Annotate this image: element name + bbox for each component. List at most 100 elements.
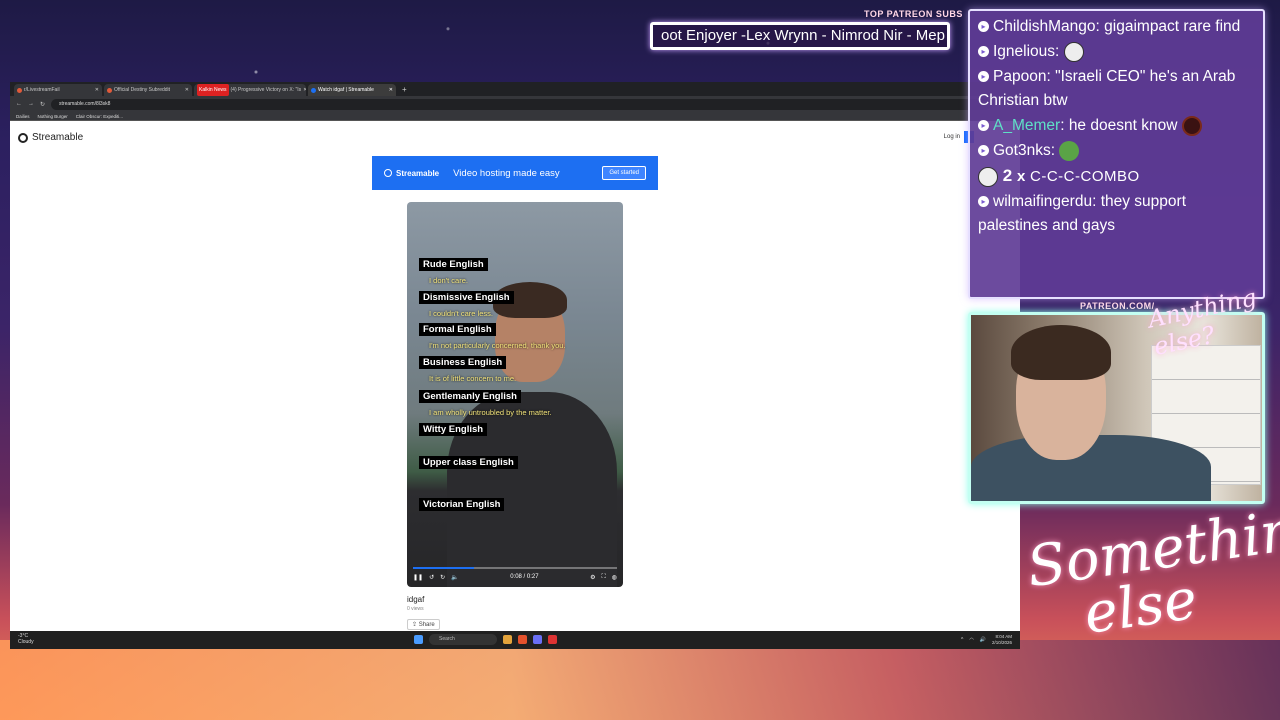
login-link[interactable]: Log in [944, 134, 960, 140]
twitch-icon: ▸ [978, 46, 989, 58]
bookmark-nothing-burger[interactable]: Nothing Burger [38, 114, 68, 119]
dark-emote-icon [1181, 115, 1202, 136]
settings-icon[interactable]: ⚙ [590, 574, 595, 581]
reddit-icon [17, 87, 22, 93]
bookmark-dailies[interactable]: Dailies [16, 114, 30, 119]
close-icon[interactable]: ✕ [185, 84, 189, 96]
clock[interactable]: 8:04 AM 2/10/2026 [992, 634, 1012, 645]
video-views: 0 views [407, 606, 424, 612]
tab-progressive-victory[interactable]: Kalkin News (4) Progressive Victory on X… [194, 84, 306, 96]
chat-user: Ignelious [993, 43, 1056, 60]
weather-widget[interactable]: -3°C Cloudy [18, 633, 34, 645]
video-time: 0:08 / 0:27 [510, 574, 539, 580]
face-emote-icon [1063, 41, 1084, 62]
forward-icon[interactable]: → [28, 101, 34, 107]
caption-label: Gentlemanly English [419, 390, 521, 403]
tab-streamable[interactable]: Watch idgaf | Streamable ✕ [308, 84, 396, 96]
streamable-icon [311, 87, 316, 93]
tab-group-badge[interactable]: Kalkin News [197, 84, 229, 96]
twitch-icon: ▸ [978, 196, 989, 208]
streamable-logo-icon [18, 132, 28, 143]
frog-emote-icon [1059, 140, 1080, 161]
clock-time: 8:04 AM [995, 634, 1012, 639]
rewind-icon[interactable]: ↺ [429, 574, 434, 581]
tab-destiny-subreddit[interactable]: Official Destiny Subreddit ✕ [104, 84, 192, 96]
chrome-icon[interactable] [518, 635, 527, 644]
chat-user: Papoon [993, 68, 1047, 85]
chat-text: he doesnt know [1068, 117, 1178, 134]
back-icon[interactable]: ← [16, 101, 22, 107]
video-player[interactable]: Rude English I don't care. Dismissive En… [407, 202, 623, 587]
chat-user: A_Memer [993, 117, 1061, 134]
video-title: idgaf [407, 595, 425, 604]
volume-icon[interactable]: 🔈 [451, 574, 458, 581]
caption-label: Business English [419, 356, 507, 369]
promo-banner[interactable]: Streamable Video hosting made easy Get s… [372, 156, 658, 190]
taskbar-search[interactable]: Search [429, 634, 497, 645]
chat-message: ▸ Papoon: "Israeli CEO" he's an Arab Chri… [978, 68, 1236, 109]
patreon-url: PATREON.COM/ [1080, 301, 1155, 311]
fullscreen-icon[interactable]: ⛶ [602, 574, 606, 581]
close-icon[interactable]: ✕ [95, 84, 99, 96]
webcam-person-hair [1011, 325, 1111, 380]
tab-label: (4) Progressive Victory on X: "Is [230, 87, 302, 93]
combo-message: 2 x C-C-C-COMBO [978, 164, 1255, 189]
streamable-logo[interactable]: Streamable [18, 132, 83, 143]
pause-icon[interactable]: ❚❚ [413, 574, 423, 581]
video-person-body [447, 392, 617, 587]
patreon-ticker: oot Enjoyer -Lex Wrynn - Nimrod Nir - Me… [650, 22, 950, 50]
chat-overlay: ▸ ChildishMango: gigaimpact rare find ▸ Ig… [968, 9, 1265, 299]
streamable-page: Streamable Log in Streamable Video hosti… [10, 122, 1020, 637]
caption-sub: I couldn't care less. [429, 309, 493, 318]
get-started-button[interactable]: Get started [602, 166, 646, 180]
caption-label: Witty English [419, 423, 488, 436]
file-explorer-icon[interactable] [503, 635, 512, 644]
chat-user: ChildishMango [993, 18, 1096, 35]
caption-sub: I am wholly untroubled by the matter. [429, 408, 552, 417]
tab-bar: r/LivestreamFail ✕ Official Destiny Subr… [10, 82, 1020, 96]
caption-label: Formal English [419, 323, 496, 336]
wifi-icon[interactable]: ◠ [969, 637, 973, 643]
tab-label: Watch idgaf | Streamable [318, 87, 374, 93]
share-button[interactable]: ⇪ Share [407, 619, 440, 630]
combo-text: C-C-C-COMBO [1030, 168, 1140, 185]
caption-label: Rude English [419, 258, 488, 271]
caption-label: Victorian English [419, 498, 505, 511]
reload-icon[interactable]: ↻ [40, 101, 45, 108]
twitch-icon: ▸ [978, 120, 989, 132]
caption-sub: I don't care. [429, 276, 468, 285]
url-field[interactable]: streamable.com/8l3sk8 [51, 98, 991, 110]
close-icon[interactable]: ✕ [303, 84, 306, 96]
taskbar: -3°C Cloudy Search ^ ◠ 🔊 8:04 AM 2/10/20… [10, 631, 1020, 649]
twitch-icon: ▸ [978, 21, 989, 33]
discord-icon[interactable] [533, 635, 542, 644]
share-icon: ⇪ [412, 622, 419, 628]
caption-sub: I'm not particularly concerned, thank yo… [429, 341, 566, 350]
new-tab-button[interactable]: + [398, 84, 411, 96]
chat-message: ▸ Got3nks: [978, 139, 1255, 163]
face-emote-icon [978, 166, 998, 187]
weather-desc: Cloudy [18, 639, 34, 645]
windows-start-icon[interactable] [414, 635, 423, 644]
chat-user: wilmaifingerdu [993, 193, 1093, 210]
forward-icon[interactable]: ↻ [440, 574, 445, 581]
twitch-icon: ▸ [978, 71, 989, 83]
taskbar-apps: Search [414, 634, 557, 645]
chat-message: ▸ wilmaifingerdu: they support palestines… [978, 193, 1187, 234]
chevron-up-icon[interactable]: ^ [961, 637, 963, 643]
clock-date: 2/10/2026 [991, 639, 1012, 645]
speaker-icon[interactable]: 🔊 [980, 637, 986, 643]
reddit-icon [107, 87, 112, 93]
tab-livestreamfail[interactable]: r/LivestreamFail ✕ [14, 84, 102, 96]
tab-label: Official Destiny Subreddit [114, 87, 171, 93]
streamable-icon [384, 169, 392, 177]
bookmark-clair-obscur[interactable]: Clair Obscur: Expediti... [76, 114, 123, 119]
share-label: Share [418, 622, 435, 628]
twitch-icon: ▸ [978, 145, 989, 157]
close-icon[interactable]: ✕ [389, 84, 393, 96]
globe-icon[interactable]: ◍ [612, 574, 617, 581]
combo-x: x [1016, 168, 1026, 185]
chat-message: ▸ Ignelious: [978, 40, 1255, 64]
video-controls: ❚❚ ↺ ↻ 🔈 0:08 / 0:27 ⚙ ⛶ ◍ [407, 567, 623, 587]
obs-icon[interactable] [548, 635, 557, 644]
